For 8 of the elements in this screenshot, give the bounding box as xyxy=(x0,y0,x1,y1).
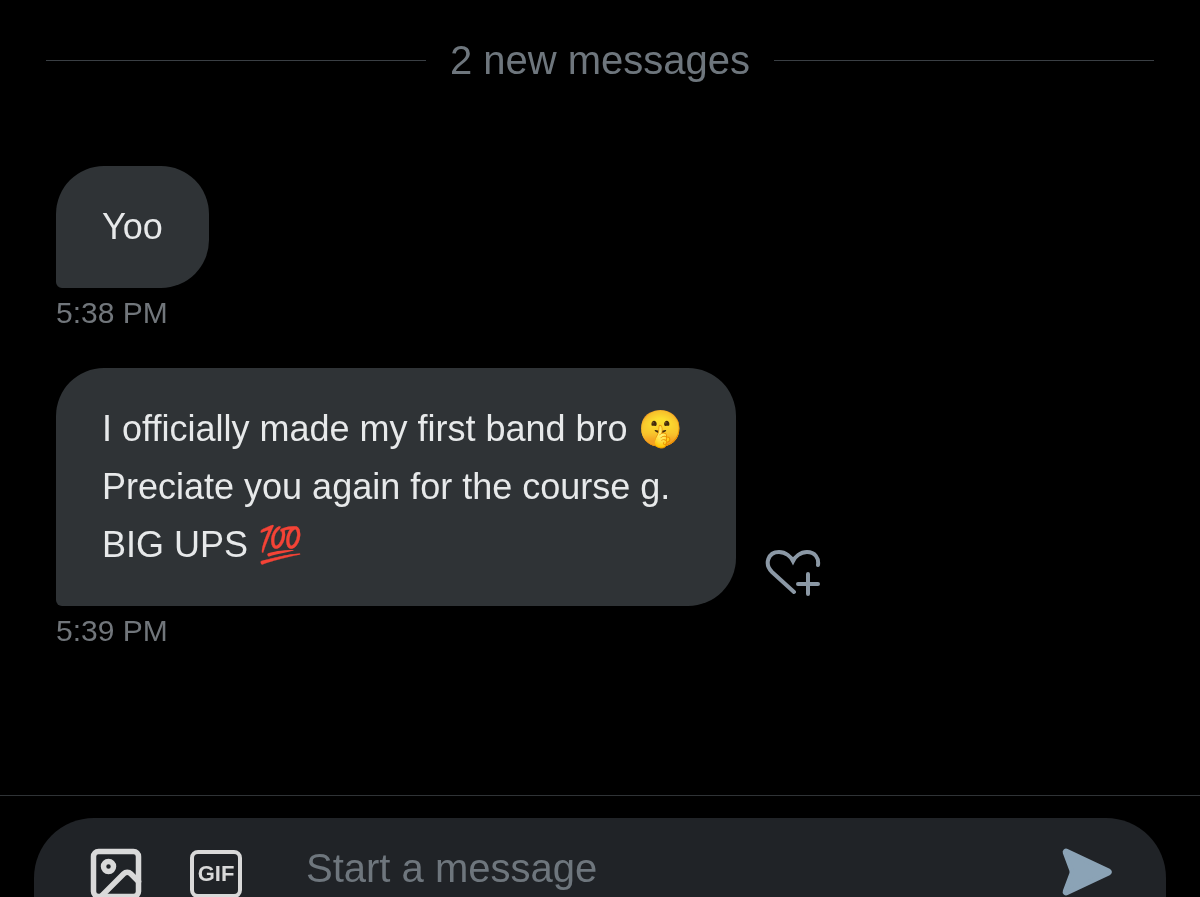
message-bubble: I officially made my first band bro 🤫 Preciate you again for the course g. BIG UPS 💯 xyxy=(56,368,736,606)
message-composer[interactable]: GIF Start a message xyxy=(34,818,1166,897)
add-reaction-icon[interactable] xyxy=(764,548,822,598)
gif-button[interactable]: GIF xyxy=(190,850,242,897)
message-bubble: Yoo xyxy=(56,166,209,288)
new-messages-label: 2 new messages xyxy=(449,40,751,80)
message-time: 5:39 PM xyxy=(56,616,169,646)
message-time: 5:38 PM xyxy=(56,298,169,328)
